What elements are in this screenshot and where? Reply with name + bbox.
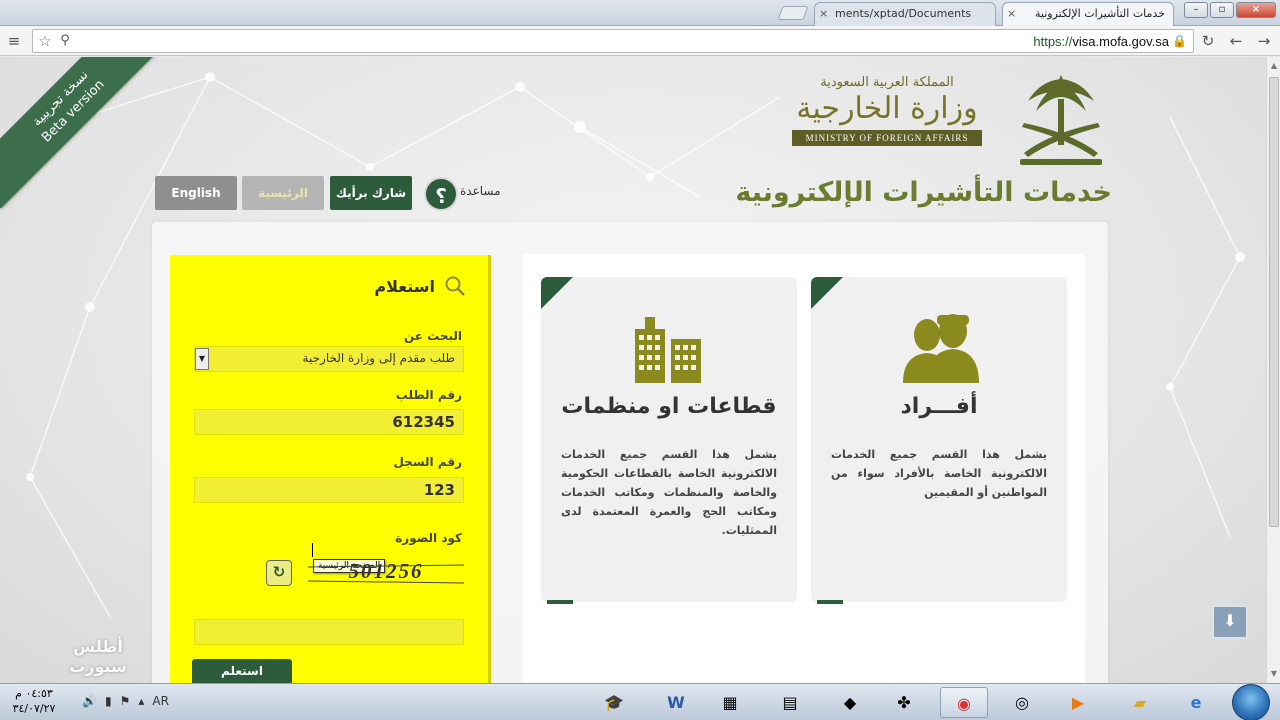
- watermark-text: أطلس سبورت: [69, 637, 127, 676]
- ministry-name-ar: وزارة الخارجية: [796, 91, 978, 126]
- tab-active[interactable]: خدمات التأشيرات الإلكترونية ×: [1002, 2, 1174, 26]
- captcha-input[interactable]: [194, 619, 464, 645]
- search-for-select[interactable]: طلب مقدم إلى وزارة الخارجية ▼: [194, 346, 464, 372]
- home-button[interactable]: الرئيسية: [242, 176, 324, 210]
- app-document-icon[interactable]: ▤: [766, 687, 814, 718]
- star-icon[interactable]: ☆: [35, 31, 55, 51]
- card-tab: [547, 600, 573, 604]
- app-window-icon[interactable]: ▦: [706, 687, 754, 718]
- share-opinion-button[interactable]: شارك برأيك: [330, 176, 412, 210]
- address-bar[interactable]: ☆ ⚲ https://visa.mofa.gov.sa 🔒: [32, 29, 1194, 53]
- search-for-value: طلب مقدم إلى وزارة الخارجية: [302, 351, 455, 365]
- scroll-down-icon[interactable]: ▼: [1269, 669, 1279, 679]
- system-tray: 🔊 ▮ ⚑ ▴ AR: [82, 694, 169, 708]
- back-icon[interactable]: ←: [1226, 31, 1246, 51]
- request-no-label: رقم الطلب: [395, 388, 462, 402]
- scroll-up-icon[interactable]: ▲: [1269, 61, 1279, 71]
- kingdom-name: المملكة العربية السعودية: [820, 75, 954, 90]
- english-button[interactable]: English: [155, 176, 237, 210]
- app-people-icon[interactable]: ✤: [880, 687, 928, 718]
- menu-icon[interactable]: ≡: [4, 31, 24, 51]
- minimize-button[interactable]: –: [1184, 2, 1208, 18]
- download-icon[interactable]: ⬇: [1212, 605, 1248, 639]
- people-icon: [903, 314, 979, 383]
- card-description: يشمل هذا القسم جميع الخدمات الالكترونية …: [561, 448, 777, 537]
- clock[interactable]: ٠٤:٥٣ م ٣٤/٠٧/٢٧: [4, 686, 64, 716]
- refresh-captcha-icon[interactable]: ↻: [266, 560, 292, 586]
- network-icon[interactable]: ▮: [105, 694, 112, 708]
- card-corner: [811, 277, 843, 309]
- volume-icon[interactable]: 🔊: [82, 694, 97, 708]
- help-label[interactable]: مساعدة: [460, 184, 501, 198]
- flag-icon[interactable]: ⚑: [120, 694, 131, 708]
- web-page: نسخة تجريبية Beta version المملكة العربي…: [0, 57, 1266, 683]
- browser-toolbar: ≡ ☆ ⚲ https://visa.mofa.gov.sa 🔒 ↻ ← →: [0, 26, 1280, 56]
- buildings-icon: [635, 317, 701, 383]
- inquiry-form: استعلام البحث عن طلب مقدم إلى وزارة الخا…: [170, 255, 491, 683]
- app-cap-icon[interactable]: ◆: [826, 687, 874, 718]
- reload-icon[interactable]: ↻: [1198, 31, 1218, 51]
- url-scheme: https://: [1033, 34, 1073, 49]
- new-tab-button[interactable]: [777, 6, 809, 20]
- scroll-thumb[interactable]: [1269, 77, 1279, 527]
- card-title: أفـــراد: [900, 394, 978, 419]
- submit-inquiry-button[interactable]: استعلم: [192, 659, 292, 683]
- clock-date: ٣٤/٠٧/٢٧: [12, 702, 56, 715]
- internet-explorer-icon[interactable]: e: [1172, 687, 1220, 718]
- card-title: قطاعات او منظمات: [561, 394, 777, 419]
- captcha-label: كود الصورة: [395, 531, 462, 545]
- request-no-input[interactable]: 612345: [194, 409, 464, 435]
- captcha-noise: [308, 564, 464, 584]
- record-no-label: رقم السجل: [393, 455, 462, 469]
- word-icon[interactable]: W: [652, 687, 700, 718]
- window-close-button[interactable]: ×: [1236, 2, 1276, 18]
- url-text: https://visa.mofa.gov.sa: [1033, 34, 1169, 49]
- folder-icon[interactable]: ▰: [1116, 687, 1164, 718]
- forward-icon[interactable]: →: [1254, 31, 1274, 51]
- page-scrollbar[interactable]: ▲ ▼: [1266, 57, 1280, 683]
- ministry-logo: المملكة العربية السعودية وزارة الخارجية …: [792, 75, 982, 146]
- record-no-input[interactable]: 123: [194, 477, 464, 503]
- text-cursor: [312, 543, 318, 557]
- media-player-icon[interactable]: ▶: [1054, 687, 1102, 718]
- service-title: خدمات التأشيرات الإلكترونية: [735, 177, 1112, 208]
- chrome-icon[interactable]: ◉: [940, 687, 988, 718]
- app-graduation-icon[interactable]: 🎓: [590, 687, 638, 718]
- search-icon: [445, 276, 465, 296]
- chevron-down-icon[interactable]: ▼: [195, 348, 209, 370]
- browser-tab-bar: خدمات التأشيرات الإلكترونية × × ments/xp…: [0, 0, 1280, 26]
- maximize-button[interactable]: ▫: [1210, 2, 1234, 18]
- card-corner: [541, 277, 573, 309]
- close-tab-icon[interactable]: ×: [819, 3, 828, 25]
- watermark-logo: أطلس سبورت: [50, 637, 146, 683]
- help-icon[interactable]: ؟: [424, 177, 458, 211]
- tab-inactive[interactable]: × ments/xptad/Documents: [814, 2, 996, 26]
- lock-icon: 🔒: [1172, 34, 1187, 48]
- form-title: استعلام: [374, 277, 435, 296]
- tray-expand-icon[interactable]: ▴: [138, 694, 144, 708]
- url-host: visa.mofa.gov.sa: [1072, 34, 1169, 49]
- card-tab: [817, 600, 843, 604]
- card-individuals[interactable]: أفـــراد يشمل هذا القسم جميع الخدمات الا…: [811, 277, 1067, 604]
- clock-time: ٠٤:٥٣ م: [15, 687, 53, 700]
- ministry-name-en: MINISTRY OF FOREIGN AFFAIRS: [792, 130, 982, 146]
- saudi-emblem-icon: [1020, 75, 1102, 165]
- windows-taskbar: ٠٤:٥٣ م ٣٤/٠٧/٢٧ 🔊 ▮ ⚑ ▴ AR 🎓 W ▦ ▤ ◆ ✤ …: [0, 683, 1280, 720]
- start-button[interactable]: [1232, 684, 1270, 720]
- zoom-icon[interactable]: ⚲: [55, 31, 75, 51]
- search-for-label: البحث عن: [403, 329, 462, 343]
- close-tab-icon[interactable]: ×: [1007, 3, 1016, 25]
- tab-title: ments/xptad/Documents: [835, 7, 972, 20]
- card-description: يشمل هذا القسم جميع الخدمات الالكترونية …: [831, 448, 1047, 499]
- tab-title: خدمات التأشيرات الإلكترونية: [1035, 7, 1165, 20]
- card-sectors[interactable]: قطاعات او منظمات يشمل هذا القسم جميع الخ…: [541, 277, 797, 604]
- keyboard-language[interactable]: AR: [152, 694, 169, 708]
- app-disc-icon[interactable]: ◎: [998, 687, 1046, 718]
